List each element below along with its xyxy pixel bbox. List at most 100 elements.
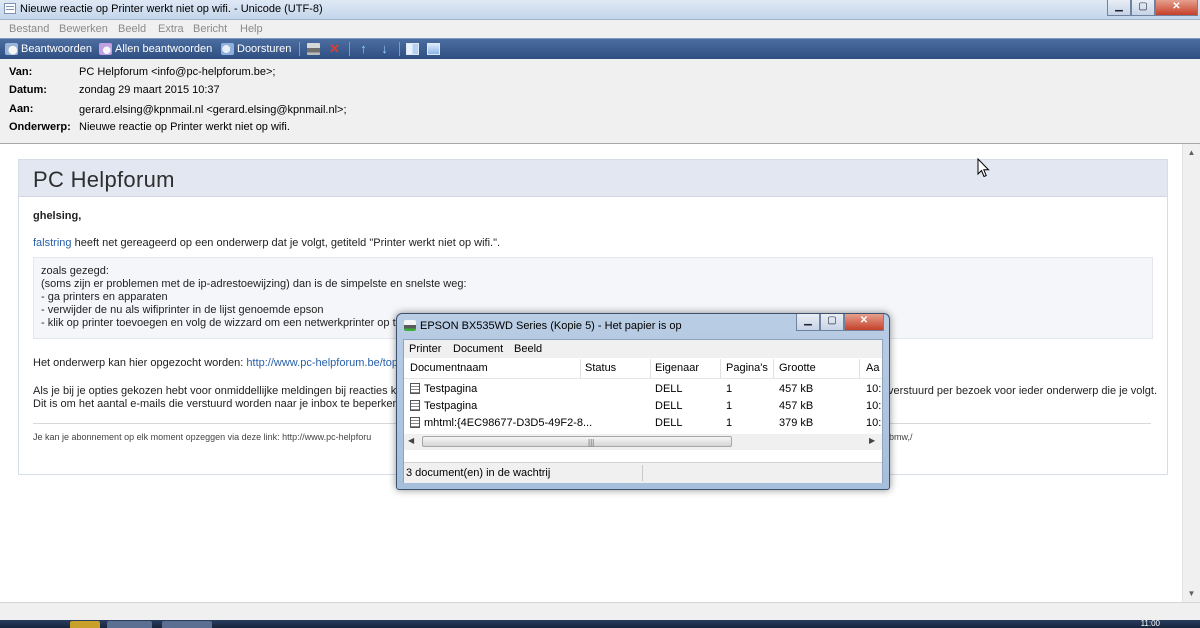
date-value: zondag 29 maart 2015 10:37 — [79, 84, 220, 96]
toolbar-separator — [399, 42, 400, 56]
horizontal-scrollbar[interactable]: ◀ ||| ▶ — [404, 434, 882, 450]
status-divider — [642, 465, 643, 481]
reply-all-label: Allen beantwoorden — [115, 43, 213, 55]
quote-line: (soms zijn er problemen met de ip-adrest… — [41, 278, 467, 290]
queue-row[interactable]: mhtml:{4EC98677-D3D5-49F2-8... DELL 1 37… — [404, 415, 882, 431]
column-header: Documentnaam Status Eigenaar Pagina's Gr… — [404, 359, 882, 379]
print-queue-menu: Printer Document Beeld — [404, 340, 882, 358]
close-button[interactable]: ✕ — [1155, 0, 1198, 16]
doc-time: 10: — [866, 400, 882, 412]
doc-owner: DELL — [655, 383, 683, 395]
scroll-down-icon[interactable]: ▼ — [1183, 587, 1200, 601]
col-documentnaam[interactable]: Documentnaam — [410, 362, 488, 374]
menu-bewerken[interactable]: Bewerken — [59, 23, 108, 35]
scrollbar-thumb[interactable]: ||| — [422, 436, 732, 447]
quote-line: - klik op printer toevoegen en volg de w… — [41, 317, 402, 329]
next-button[interactable]: ↓ — [378, 42, 394, 56]
document-icon — [410, 383, 420, 394]
unsubscribe-line-a: Je kan je abonnement op elk moment opzeg… — [33, 432, 372, 442]
toolbar-separator — [349, 42, 350, 56]
printer-icon — [307, 43, 320, 55]
to-value: gerard.elsing@kpnmail.nl <gerard.elsing@… — [79, 104, 347, 116]
doc-owner: DELL — [655, 400, 683, 412]
doc-time: 10: — [866, 383, 882, 395]
find-button[interactable] — [427, 42, 443, 56]
minimize-button[interactable]: ▁ — [796, 314, 820, 331]
date-label: Datum: — [9, 84, 47, 96]
menu-beeld[interactable]: Beeld — [514, 343, 542, 355]
reply-all-button[interactable]: Allen beantwoorden — [99, 42, 212, 56]
menu-bar: Bestand Bewerken Beeld Extra Bericht Hel… — [0, 20, 1200, 38]
forward-label: Doorsturen — [237, 43, 292, 55]
quote-line: zoals gezegd: — [41, 265, 109, 277]
window-title: Nieuwe reactie op Printer werkt niet op … — [20, 3, 323, 15]
delete-button[interactable]: ✕ — [328, 42, 344, 56]
menu-beeld[interactable]: Beeld — [118, 23, 146, 35]
maximize-button[interactable]: ▢ — [820, 314, 844, 331]
intro-line: falstring heeft net gereageerd op een on… — [33, 237, 500, 249]
print-button[interactable] — [307, 42, 323, 56]
scroll-up-icon[interactable]: ▲ — [1183, 146, 1200, 160]
delete-icon: ✕ — [329, 41, 340, 56]
reply-button[interactable]: Beantwoorden — [5, 42, 92, 56]
column-divider[interactable] — [580, 359, 581, 378]
start-button[interactable] — [70, 621, 100, 628]
document-icon — [410, 400, 420, 411]
reply-all-icon — [99, 43, 112, 55]
menu-bericht[interactable]: Bericht — [193, 23, 227, 35]
menu-document[interactable]: Document — [453, 343, 503, 355]
col-status[interactable]: Status — [585, 362, 616, 374]
column-divider[interactable] — [773, 359, 774, 378]
scroll-right-icon[interactable]: ▶ — [869, 436, 875, 445]
topic-link[interactable]: http://www.pc-helpforum.be/topic — [246, 357, 406, 369]
col-eigenaar[interactable]: Eigenaar — [655, 362, 699, 374]
col-paginas[interactable]: Pagina's — [726, 362, 768, 374]
quote-line: - verwijder de nu als wifiprinter in de … — [41, 304, 324, 316]
arrow-up-icon: ↑ — [360, 41, 367, 56]
options-line-1a: Als je bij je opties gekozen hebt voor o… — [33, 385, 403, 397]
find-icon — [427, 43, 440, 55]
user-link[interactable]: falstring — [33, 237, 72, 249]
queue-row[interactable]: Testpagina DELL 1 457 kB 10: — [404, 398, 882, 414]
doc-size: 457 kB — [779, 400, 814, 412]
taskbar-item[interactable] — [107, 621, 152, 628]
addresses-button[interactable] — [406, 42, 422, 56]
column-divider[interactable] — [720, 359, 721, 378]
maximize-button[interactable]: ▢ — [1131, 0, 1155, 16]
minimize-button[interactable]: ▁ — [1107, 0, 1131, 16]
arrow-down-icon: ↓ — [381, 41, 388, 56]
taskbar-item[interactable] — [162, 621, 212, 628]
print-queue-window[interactable]: EPSON BX535WD Series (Kopie 5) - Het pap… — [396, 313, 890, 490]
menu-printer[interactable]: Printer — [409, 343, 441, 355]
doc-name: mhtml:{4EC98677-D3D5-49F2-8... — [424, 417, 593, 429]
doc-size: 379 kB — [779, 417, 814, 429]
forward-button[interactable]: Doorsturen — [221, 42, 291, 56]
address-book-icon — [406, 43, 419, 55]
col-grootte[interactable]: Grootte — [779, 362, 816, 374]
doc-size: 457 kB — [779, 383, 814, 395]
menu-bestand[interactable]: Bestand — [9, 23, 49, 35]
mail-icon — [4, 3, 16, 14]
grip-icon: ||| — [588, 438, 595, 447]
column-divider[interactable] — [650, 359, 651, 378]
quote-line: - ga printers en apparaten — [41, 291, 168, 303]
scroll-left-icon[interactable]: ◀ — [408, 436, 414, 445]
print-queue-content: Printer Document Beeld Documentnaam Stat… — [403, 339, 883, 483]
col-aangemeld[interactable]: Aa — [866, 362, 879, 374]
from-value: PC Helpforum <info@pc-helpforum.be>; — [79, 66, 276, 78]
menu-help[interactable]: Help — [240, 23, 263, 35]
menu-extra[interactable]: Extra — [158, 23, 184, 35]
close-button[interactable]: ✕ — [844, 314, 884, 331]
taskbar-clock: 11:00 — [1140, 619, 1160, 628]
vertical-scrollbar[interactable]: ▲ ▼ — [1182, 144, 1200, 603]
previous-button[interactable]: ↑ — [357, 42, 373, 56]
print-queue-title: EPSON BX535WD Series (Kopie 5) - Het pap… — [420, 320, 682, 332]
reply-icon — [5, 43, 18, 55]
forum-header: PC Helpforum — [19, 160, 1167, 197]
column-divider[interactable] — [859, 359, 860, 378]
topic-line: Het onderwerp kan hier opgezocht worden:… — [33, 357, 406, 369]
print-queue-status-bar: 3 document(en) in de wachtrij — [404, 462, 882, 483]
doc-pages: 1 — [726, 417, 733, 429]
intro-text: heeft net gereageerd op een onderwerp da… — [71, 237, 501, 249]
queue-row[interactable]: Testpagina DELL 1 457 kB 10: — [404, 381, 882, 397]
